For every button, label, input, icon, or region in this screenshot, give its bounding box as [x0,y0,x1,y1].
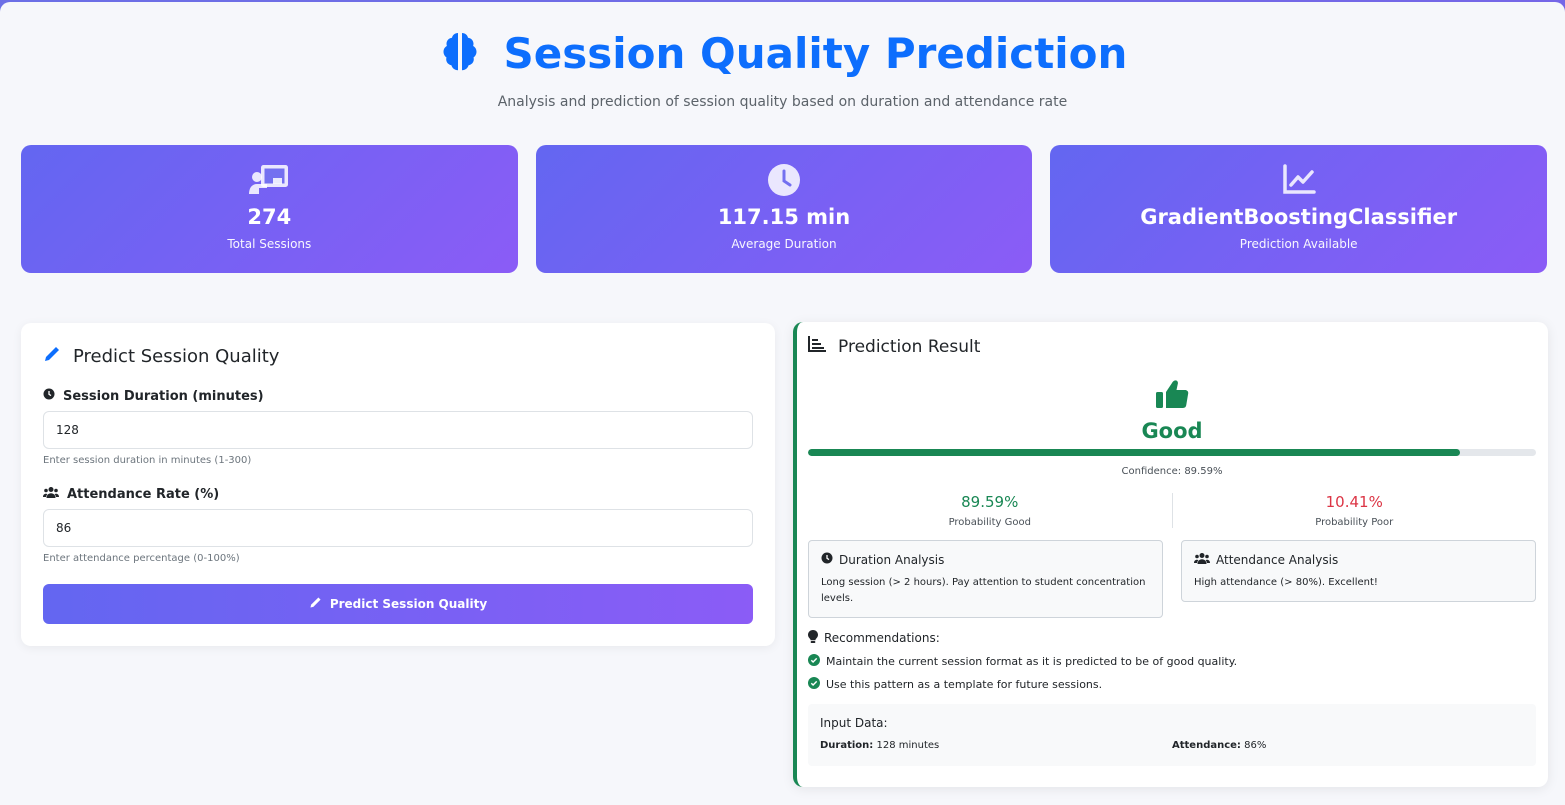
input-attendance-value: 86% [1244,740,1267,751]
duration-analysis-title-text: Duration Analysis [839,552,945,567]
stat-label: Prediction Available [1239,237,1358,251]
analysis-row: Duration Analysis Long session (> 2 hour… [808,540,1536,618]
stat-value: GradientBoostingClassifier [1140,205,1458,229]
confidence-text: Confidence: 89.59% [1121,466,1223,477]
form-title-text: Predict Session Quality [73,346,280,367]
attendance-analysis: Attendance Analysis High attendance (> 8… [1181,540,1536,602]
duration-analysis-title: Duration Analysis [821,552,1150,567]
chalkboard-teacher-icon [21,163,518,197]
page-title: Session Quality Prediction [503,28,1128,78]
attendance-analysis-title-text: Attendance Analysis [1216,552,1339,567]
result-card: Prediction Result Good Confidence: 89.59… [793,322,1548,787]
predict-button[interactable]: Predict Session Quality [43,584,753,624]
form-title: Predict Session Quality [43,345,753,368]
confidence-bar [808,449,1536,456]
duration-analysis-text: Long session (> 2 hours). Pay attention … [821,577,1146,604]
input-attendance: Attendance: 86% [1172,740,1524,751]
verdict: Good [808,379,1536,443]
users-icon [1194,552,1210,567]
prob-good-value: 89.59% [961,493,1019,511]
attendance-analysis-title: Attendance Analysis [1194,552,1523,567]
clock-icon [821,552,833,567]
users-icon [43,486,59,502]
page: Session Quality Prediction Analysis and … [0,2,1565,805]
input-data-panel: Input Data: Duration: 128 minutes Attend… [808,704,1536,766]
stats-row: 274 Total Sessions 117.15 min Average Du… [21,145,1548,273]
header: Session Quality Prediction Analysis and … [0,2,1565,110]
title-row: Session Quality Prediction [0,28,1565,78]
recommendation-item: Use this pattern as a template for futur… [808,677,1536,692]
stat-value: 274 [247,205,292,229]
recommendations-title: Recommendations: [808,630,1536,646]
prob-poor-value: 10.41% [1325,493,1383,511]
result-title-text: Prediction Result [838,336,981,357]
probabilities: 89.59% Probability Good 10.41% Probabili… [808,493,1536,528]
duration-label-text: Session Duration (minutes) [63,388,264,404]
attendance-input[interactable] [43,509,753,547]
attendance-label-text: Attendance Rate (%) [67,486,220,502]
predict-form-card: Predict Session Quality Session Duration… [21,323,775,646]
check-circle-icon [808,677,820,692]
prob-poor: 10.41% Probability Poor [1171,493,1537,528]
input-data-row: Duration: 128 minutes Attendance: 86% [820,740,1524,751]
prob-good-label: Probability Good [948,517,1031,528]
input-attendance-key: Attendance: [1172,740,1241,751]
result-title: Prediction Result [808,334,1536,357]
input-data-title: Input Data: [820,716,888,730]
input-duration: Duration: 128 minutes [820,740,1172,751]
verdict-label: Good [1141,419,1203,443]
stat-card-total-sessions: 274 Total Sessions [21,145,518,273]
duration-label: Session Duration (minutes) [43,388,753,404]
brain-icon [438,29,482,77]
clock-icon [43,388,55,404]
stat-label: Average Duration [731,237,837,251]
stat-card-average-duration: 117.15 min Average Duration [535,145,1033,273]
attendance-hint: Enter attendance percentage (0-100%) [43,553,240,564]
prob-good: 89.59% Probability Good [808,493,1172,528]
pencil-icon [43,345,61,368]
recommendation-text: Maintain the current session format as i… [826,655,1238,668]
input-duration-value: 128 minutes [876,740,940,751]
chart-line-icon [1050,163,1547,197]
page-subtitle: Analysis and prediction of session quali… [497,94,1068,110]
duration-hint: Enter session duration in minutes (1-300… [43,455,252,466]
lightbulb-icon [808,630,818,646]
chart-bar-icon [808,336,826,357]
thumbs-up-icon [1155,380,1189,413]
clock-icon [536,163,1033,197]
check-circle-icon [808,654,820,669]
pencil-icon [309,596,322,612]
recommendation-text: Use this pattern as a template for futur… [826,678,1103,691]
predict-button-label: Predict Session Quality [329,597,488,611]
recommendations: Recommendations: Maintain the current se… [808,630,1536,692]
stat-value: 117.15 min [717,205,851,229]
attendance-analysis-text: High attendance (> 80%). Excellent! [1194,577,1378,588]
stat-label: Total Sessions [227,237,312,251]
recommendations-title-text: Recommendations: [824,631,940,645]
input-duration-key: Duration: [820,740,874,751]
stat-card-model: GradientBoostingClassifier Prediction Av… [1050,145,1548,273]
duration-analysis: Duration Analysis Long session (> 2 hour… [808,540,1163,618]
recommendation-item: Maintain the current session format as i… [808,654,1536,669]
duration-input[interactable] [43,411,753,449]
prob-poor-label: Probability Poor [1315,517,1394,528]
attendance-label: Attendance Rate (%) [43,486,753,502]
confidence-bar-fill [808,449,1461,456]
